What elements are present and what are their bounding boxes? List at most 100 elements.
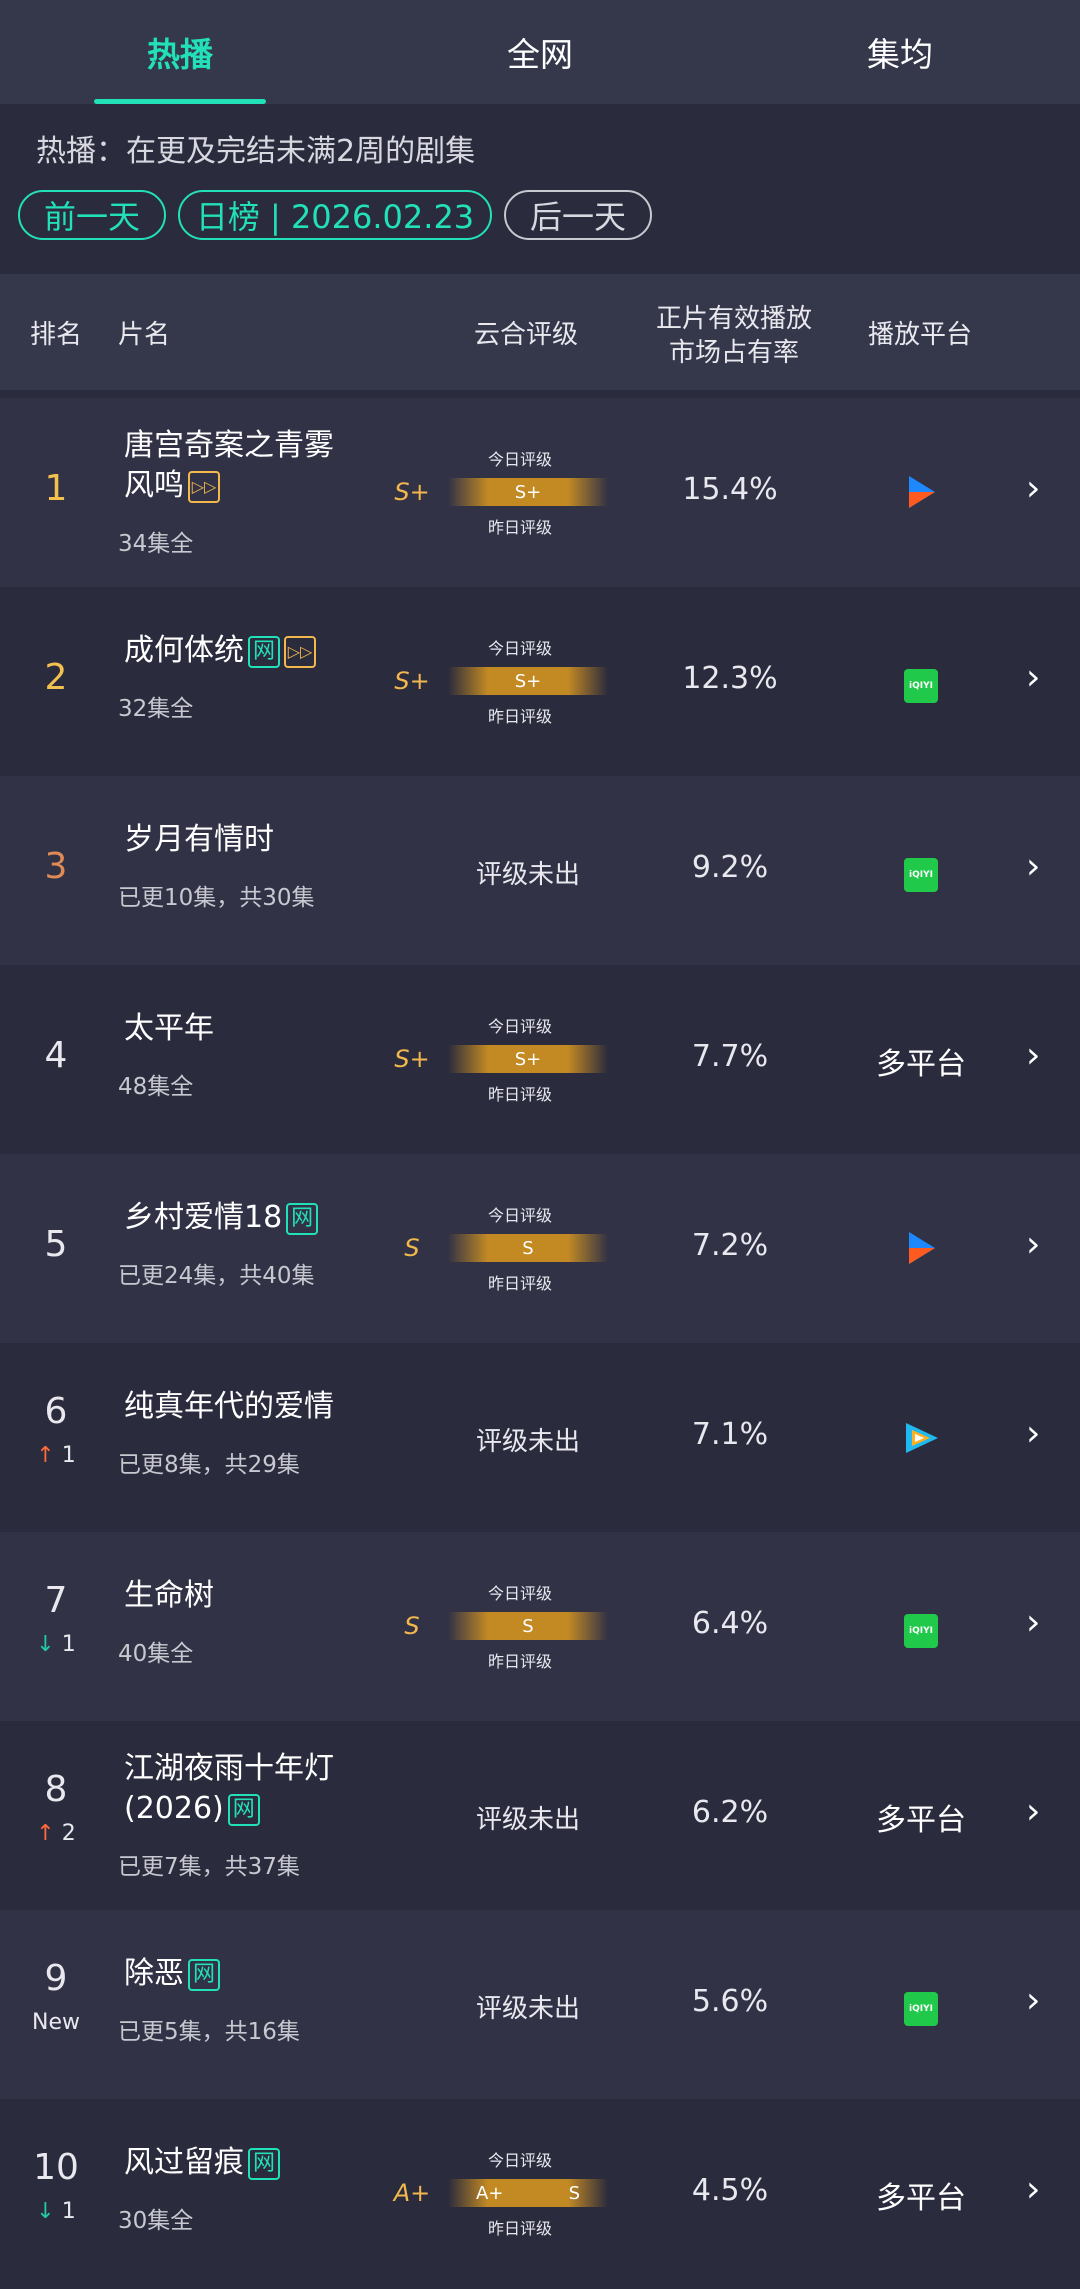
- header-share-line2: 市场占有率: [668, 338, 799, 368]
- tab-all-network[interactable]: 全网: [360, 0, 720, 104]
- table-row[interactable]: 1 唐宫奇案之青雾 风鸣 ▷▷ 34集全 S+ 今日评级 S+ 昨日评级 15.4% ›: [0, 398, 1080, 587]
- grade-letter: S: [404, 1234, 420, 1262]
- chevron-right-icon[interactable]: ›: [1026, 1791, 1040, 1832]
- episode-status: 40集全: [118, 1641, 194, 1667]
- episode-status: 已更5集，共16集: [118, 2019, 300, 2045]
- table-row[interactable]: 9 New 除恶网已更5集，共16集 评级未出 5.6% iQIYI ›: [0, 1910, 1080, 2099]
- table-row[interactable]: 3 岁月有情时 已更10集，共30集 评级未出 9.2% iQIYI ›: [0, 776, 1080, 965]
- drama-title[interactable]: 生命树: [124, 1576, 364, 1616]
- iqiyi-logo-icon: iQIYI: [846, 850, 996, 892]
- youku-play-icon: [846, 1228, 996, 1276]
- iqiyi-logo-icon: iQIYI: [846, 661, 996, 703]
- drama-title[interactable]: 纯真年代的爱情: [124, 1387, 364, 1427]
- trend-value: New: [32, 2010, 80, 2035]
- drama-title-text-line2: 风鸣: [124, 468, 184, 503]
- iqiyi-logo-icon: iQIYI: [846, 1984, 996, 2026]
- drama-title[interactable]: 乡村爱情18 网: [124, 1198, 364, 1238]
- table-row[interactable]: 5 乡村爱情18 网已更24集，共40集 S 今日评级 S 昨日评级 7.2% ›: [0, 1154, 1080, 1343]
- drama-title[interactable]: 岁月有情时: [124, 820, 364, 860]
- tencent-video-icon: [846, 1417, 996, 1467]
- table-row[interactable]: 4 太平年 48集全 S+ 今日评级 S+ 昨日评级 7.7% 多平台 ›: [0, 965, 1080, 1154]
- chevron-right-icon[interactable]: ›: [1026, 468, 1040, 509]
- rank-number: 9: [44, 1958, 68, 1999]
- trend-value: 1: [54, 1632, 76, 1657]
- episode-status: 已更24集，共40集: [118, 1263, 315, 1289]
- yesterday-grade-label: 昨日评级: [488, 1652, 553, 1671]
- top-tabs: 热播 全网 集均: [0, 0, 1080, 104]
- chevron-right-icon[interactable]: ›: [1026, 2169, 1040, 2210]
- chevron-right-icon[interactable]: ›: [1026, 846, 1040, 887]
- date-selector[interactable]: 日榜 | 2026.02.23: [178, 190, 492, 240]
- rank-number: 2: [44, 657, 68, 698]
- grade-bar-value: S+: [514, 1048, 542, 1070]
- grade-bar: S: [448, 1612, 608, 1640]
- grade-unrated: 评级未出: [475, 1805, 580, 1835]
- chevron-right-icon[interactable]: ›: [1026, 1980, 1040, 2021]
- drama-title-text: 唐宫奇案之青雾: [124, 428, 334, 463]
- drama-title-text-line2: (2026): [124, 1791, 224, 1826]
- drama-title[interactable]: 除恶网: [124, 1954, 364, 1994]
- rank-trend: ↓ 1: [0, 2199, 112, 2224]
- drama-title[interactable]: 唐宫奇案之青雾 风鸣 ▷▷: [124, 426, 364, 506]
- yesterday-grade-label: 昨日评级: [488, 707, 553, 726]
- drama-title[interactable]: 江湖夜雨十年灯 (2026) 网: [124, 1749, 364, 1829]
- arrow-down-icon: ↓: [36, 1632, 55, 1657]
- platform-multi: 多平台: [876, 1047, 966, 1082]
- drama-title-text: 岁月有情时: [124, 822, 274, 857]
- rank-trend: ↓ 1: [0, 1632, 112, 1657]
- table-row[interactable]: 10 ↓ 1 风过留痕网 30集全 A+ 今日评级 A+ S 昨日评级 4.5% 多平台 ›: [0, 2099, 1080, 2288]
- yesterday-grade-label: 昨日评级: [488, 2219, 553, 2238]
- drama-title-text: 风过留痕: [124, 2145, 244, 2180]
- episode-status: 已更10集，共30集: [118, 885, 315, 911]
- tab-hot[interactable]: 热播: [0, 0, 360, 104]
- grade-bar-yesterday: S: [568, 2182, 580, 2204]
- drama-title[interactable]: 太平年: [124, 1009, 364, 1049]
- chevron-right-icon[interactable]: ›: [1026, 1035, 1040, 1076]
- grade-unrated: 评级未出: [475, 1994, 580, 2024]
- prev-day-button[interactable]: 前一天: [18, 190, 166, 240]
- chevron-right-icon[interactable]: ›: [1026, 657, 1040, 698]
- network-drama-tag: 网: [188, 1958, 220, 1991]
- market-share: 6.2%: [691, 1795, 769, 1830]
- drama-title-text: 除恶: [124, 1956, 184, 1991]
- market-share: 6.4%: [691, 1606, 769, 1641]
- filter-description: 热播：在更及完结未满2周的剧集: [36, 134, 476, 169]
- market-share: 7.7%: [691, 1039, 769, 1074]
- chevron-right-icon[interactable]: ›: [1026, 1602, 1040, 1643]
- chevron-right-icon[interactable]: ›: [1026, 1413, 1040, 1454]
- drama-title-text: 江湖夜雨十年灯: [124, 1751, 334, 1786]
- arrow-up-icon: ↑: [36, 1443, 55, 1468]
- rank-number: 5: [44, 1224, 68, 1265]
- chevron-right-icon[interactable]: ›: [1026, 1224, 1040, 1265]
- header-rank: 排名: [30, 320, 83, 350]
- yesterday-grade-label: 昨日评级: [488, 518, 553, 537]
- market-share: 7.1%: [691, 1417, 769, 1452]
- grade-unrated: 评级未出: [475, 1427, 580, 1457]
- header-title: 片名: [118, 320, 171, 350]
- today-grade-label: 今日评级: [488, 1584, 553, 1603]
- table-row[interactable]: 7 ↓ 1 生命树 40集全 S 今日评级 S 昨日评级 6.4% iQIYI ›: [0, 1532, 1080, 1721]
- today-grade-label: 今日评级: [488, 1206, 553, 1225]
- drama-title-text: 纯真年代的爱情: [124, 1389, 334, 1424]
- episode-status: 34集全: [118, 531, 194, 557]
- grade-letter: S+: [394, 478, 430, 506]
- rank-number: 8: [44, 1769, 68, 1810]
- table-row[interactable]: 2 成何体统网 ▷▷ 32集全 S+ 今日评级 S+ 昨日评级 12.3% iQIYI ›: [0, 587, 1080, 776]
- grade-unrated: 评级未出: [475, 860, 580, 890]
- market-share: 5.6%: [691, 1984, 769, 2019]
- rank-number: 1: [44, 468, 68, 509]
- rank-number: 7: [44, 1580, 68, 1621]
- rank-trend: ↑ 2: [0, 1821, 112, 1846]
- drama-title[interactable]: 风过留痕网: [124, 2143, 364, 2183]
- grade-bar-value: S: [522, 1237, 534, 1259]
- drama-title[interactable]: 成何体统网 ▷▷: [124, 631, 364, 671]
- tab-per-episode[interactable]: 集均: [720, 0, 1080, 104]
- table-row[interactable]: 6 ↑ 1 纯真年代的爱情 已更8集，共29集 评级未出 7.1% ›: [0, 1343, 1080, 1532]
- grade-bar: S+: [448, 478, 608, 506]
- youku-play-icon: [846, 472, 996, 520]
- drama-title-text: 成何体统: [124, 633, 244, 668]
- table-row[interactable]: 8 ↑ 2 江湖夜雨十年灯 (2026) 网已更7集，共37集 评级未出 6.2% 多平台 ›: [0, 1721, 1080, 1910]
- header-platform: 播放平台: [868, 320, 973, 350]
- next-day-button[interactable]: 后一天: [504, 190, 652, 240]
- drama-title-text: 生命树: [124, 1578, 214, 1613]
